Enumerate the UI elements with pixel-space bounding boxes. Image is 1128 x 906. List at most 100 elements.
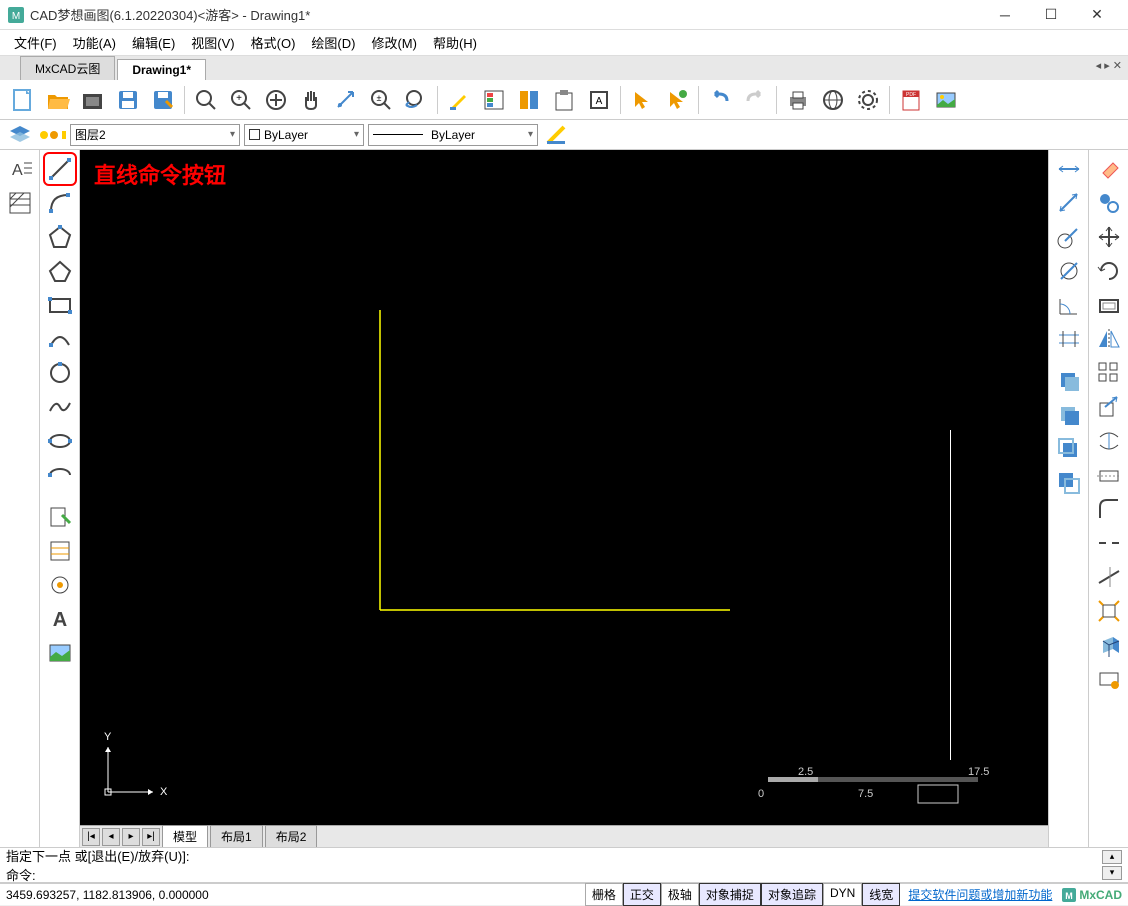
dim-diameter-button[interactable] xyxy=(1052,254,1086,288)
dim-radius-button[interactable] xyxy=(1052,220,1086,254)
layer-front-button[interactable] xyxy=(1052,398,1086,432)
layer-back-button[interactable] xyxy=(1052,432,1086,466)
drawing-canvas[interactable]: 直线命令按钮 X Y 2.5 17.5 xyxy=(80,150,1048,825)
pdf-button[interactable]: PDF xyxy=(894,83,928,117)
menu-function[interactable]: 功能(A) xyxy=(65,30,124,55)
hatch-button[interactable] xyxy=(43,534,77,568)
tab-mxcad-cloud[interactable]: MxCAD云图 xyxy=(20,56,115,80)
region-button[interactable] xyxy=(1092,662,1126,696)
pan-button[interactable] xyxy=(294,83,328,117)
cmd-scroll-up[interactable]: ▴ xyxy=(1102,850,1122,864)
mode-lwt[interactable]: 线宽 xyxy=(862,883,900,906)
undo-button[interactable] xyxy=(703,83,737,117)
saveas-button[interactable] xyxy=(146,83,180,117)
mode-grid[interactable]: 栅格 xyxy=(585,883,623,906)
stretch-button[interactable] xyxy=(1092,424,1126,458)
ellipse-button[interactable] xyxy=(43,424,77,458)
menu-modify[interactable]: 修改(M) xyxy=(363,30,425,55)
zoom-in-button[interactable]: + xyxy=(224,83,258,117)
line-button[interactable] xyxy=(43,152,77,186)
text-style-button[interactable]: A xyxy=(3,152,37,186)
mode-dyn[interactable]: DYN xyxy=(823,883,862,906)
menu-help[interactable]: 帮助(H) xyxy=(425,30,485,55)
insert-block-button[interactable] xyxy=(43,500,77,534)
layer-add-button[interactable] xyxy=(1052,364,1086,398)
mirror-button[interactable] xyxy=(1092,322,1126,356)
offset-button[interactable] xyxy=(1092,288,1126,322)
spline-button[interactable] xyxy=(43,390,77,424)
settings-button[interactable] xyxy=(851,83,885,117)
paste-button[interactable] xyxy=(547,83,581,117)
tab-nav-last[interactable]: ▸| xyxy=(142,828,160,846)
layout-tab-2[interactable]: 布局2 xyxy=(265,825,318,848)
array-button[interactable] xyxy=(1092,356,1126,390)
menu-format[interactable]: 格式(O) xyxy=(243,30,304,55)
lineweight-button[interactable] xyxy=(542,122,570,148)
layer-behind-button[interactable] xyxy=(1052,466,1086,500)
feedback-link[interactable]: 提交软件问题或增加新功能 xyxy=(908,886,1052,903)
trim-button[interactable] xyxy=(1092,458,1126,492)
close-button[interactable]: ✕ xyxy=(1074,0,1120,30)
erase-button[interactable] xyxy=(1092,152,1126,186)
dim-linear-button[interactable] xyxy=(1052,152,1086,186)
image-button[interactable] xyxy=(929,83,963,117)
dim-continue-button[interactable] xyxy=(1052,322,1086,356)
point-button[interactable] xyxy=(43,568,77,602)
pentagon-button[interactable] xyxy=(43,254,77,288)
layer-states-button[interactable] xyxy=(38,122,66,148)
linetype-dropdown[interactable]: ByLayer ▾ xyxy=(368,124,538,146)
hatch-style-button[interactable] xyxy=(3,186,37,220)
fillet-button[interactable] xyxy=(1092,492,1126,526)
menu-view[interactable]: 视图(V) xyxy=(183,30,242,55)
move-button[interactable] xyxy=(1092,220,1126,254)
rotate-button[interactable] xyxy=(1092,254,1126,288)
command-area[interactable]: 指定下一点 或[退出(E)/放弃(U)]: 命令: ▴ ▾ xyxy=(0,847,1128,883)
circle-button[interactable] xyxy=(43,356,77,390)
redo-button[interactable] xyxy=(738,83,772,117)
layer-manager-button[interactable] xyxy=(6,122,34,148)
block-button[interactable]: A xyxy=(582,83,616,117)
polygon-button[interactable] xyxy=(43,220,77,254)
scale-button[interactable] xyxy=(1092,390,1126,424)
ellipse-arc-button[interactable] xyxy=(43,458,77,492)
properties-button[interactable] xyxy=(477,83,511,117)
3d-button[interactable] xyxy=(1092,628,1126,662)
layer-dropdown[interactable]: 图层2 ▾ xyxy=(70,124,240,146)
zoom-realtime-button[interactable]: ± xyxy=(364,83,398,117)
text-button[interactable]: A xyxy=(43,602,77,636)
tab-drawing1[interactable]: Drawing1* xyxy=(117,59,206,80)
extend-button[interactable] xyxy=(1092,560,1126,594)
mode-ortho[interactable]: 正交 xyxy=(623,883,661,906)
zoom-extents-button[interactable] xyxy=(259,83,293,117)
tab-nav-next[interactable]: ▸ xyxy=(122,828,140,846)
rectangle-button[interactable] xyxy=(43,288,77,322)
insert-image-button[interactable] xyxy=(43,636,77,670)
open-button[interactable] xyxy=(41,83,75,117)
zoom-window-button[interactable] xyxy=(189,83,223,117)
color-dropdown[interactable]: ByLayer ▾ xyxy=(244,124,364,146)
quick-select-button[interactable] xyxy=(660,83,694,117)
arc3p-button[interactable] xyxy=(43,322,77,356)
select-button[interactable] xyxy=(625,83,659,117)
menu-file[interactable]: 文件(F) xyxy=(6,30,65,55)
cmd-scroll-down[interactable]: ▾ xyxy=(1102,866,1122,880)
match-prop-button[interactable] xyxy=(512,83,546,117)
zoom-prev-button[interactable] xyxy=(399,83,433,117)
copy-button[interactable] xyxy=(1092,186,1126,220)
break-button[interactable] xyxy=(1092,526,1126,560)
tab-controls[interactable]: ◂ ▸ ✕ xyxy=(1096,59,1122,72)
dim-aligned-button[interactable] xyxy=(1052,186,1086,220)
highlight-button[interactable] xyxy=(442,83,476,117)
mode-polar[interactable]: 极轴 xyxy=(661,883,699,906)
layout-tab-1[interactable]: 布局1 xyxy=(210,825,263,848)
arc-button[interactable] xyxy=(43,186,77,220)
menu-draw[interactable]: 绘图(D) xyxy=(303,30,363,55)
save-button[interactable] xyxy=(111,83,145,117)
print-button[interactable] xyxy=(781,83,815,117)
web-button[interactable] xyxy=(816,83,850,117)
zoom-rotate-button[interactable] xyxy=(329,83,363,117)
menu-edit[interactable]: 编辑(E) xyxy=(124,30,183,55)
mode-otrack[interactable]: 对象追踪 xyxy=(761,883,823,906)
tab-nav-first[interactable]: |◂ xyxy=(82,828,100,846)
maximize-button[interactable]: ☐ xyxy=(1028,0,1074,30)
